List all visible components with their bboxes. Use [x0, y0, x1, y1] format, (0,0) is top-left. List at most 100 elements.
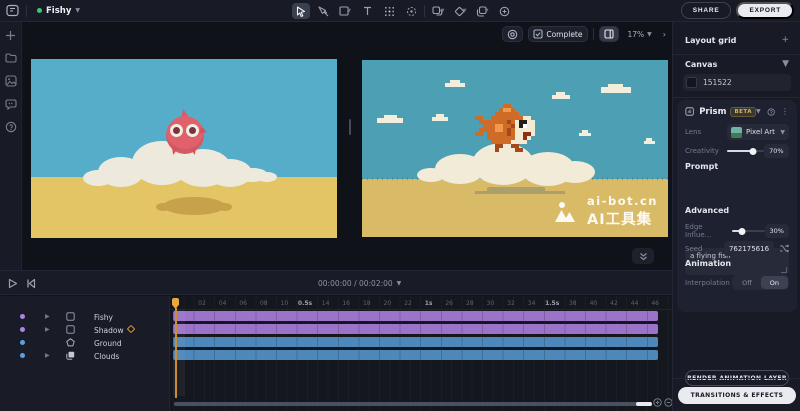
track-name: Clouds: [94, 352, 119, 361]
lens-row: Lens Pixel Art ▼: [685, 124, 789, 140]
timeline-zoom-in-button[interactable]: [652, 397, 663, 408]
app-logo[interactable]: [5, 3, 20, 18]
zoom-dropdown[interactable]: 17% ▼: [624, 26, 656, 42]
select-tool-button[interactable]: [292, 3, 310, 19]
fish-character-pixel[interactable]: [475, 104, 543, 152]
timeline-clip-clouds[interactable]: [173, 350, 658, 360]
lens-label: Lens: [685, 128, 701, 136]
fish-character-flat[interactable]: [163, 109, 207, 155]
animation-label: Animation: [685, 259, 731, 268]
expand-chevron-icon[interactable]: ▶: [45, 313, 50, 320]
timeline-clip-ground[interactable]: [173, 337, 658, 347]
comments-icon[interactable]: [4, 97, 18, 111]
play-button[interactable]: [6, 277, 20, 290]
seed-input[interactable]: 762175616: [724, 241, 774, 256]
chevron-down-icon: ▼: [647, 31, 652, 38]
assets-folder-icon[interactable]: [4, 51, 18, 65]
transitions-effects-button[interactable]: TRANSITIONS & EFFECTS: [678, 387, 797, 404]
rotate-tool-button[interactable]: [402, 3, 420, 19]
track-type-icon: [66, 351, 75, 360]
scrollbar-thumb[interactable]: [636, 402, 652, 406]
panel-toggle-button[interactable]: [599, 26, 619, 42]
artboard-source-frame[interactable]: [31, 59, 337, 238]
lens-thumbnail: [731, 127, 742, 138]
edge-influence-value[interactable]: 30%: [765, 224, 789, 238]
timeline-scrollbar[interactable]: [174, 402, 652, 406]
help-icon[interactable]: [4, 120, 18, 134]
text-tool-button[interactable]: [358, 3, 376, 19]
comment-tool-button[interactable]: [495, 3, 513, 19]
add-icon[interactable]: [4, 28, 18, 42]
edge-influence-slider[interactable]: [732, 230, 764, 232]
track-color-dot: [20, 340, 25, 345]
track-row-ground[interactable]: Ground: [0, 336, 170, 349]
layout-grid-section[interactable]: Layout grid +: [685, 35, 789, 45]
export-button[interactable]: EXPORT: [736, 2, 794, 19]
ruler-tick-label: 18: [363, 300, 371, 307]
collapse-sidebar-button[interactable]: ›: [661, 26, 668, 42]
artboard-prism-render[interactable]: ai-bot.cn AI工具集: [362, 60, 668, 237]
chevron-down-icon[interactable]: ▼: [782, 59, 789, 69]
share-button[interactable]: SHARE: [681, 2, 732, 19]
frame-tool-button[interactable]: ▼: [336, 3, 354, 19]
keyframe-diamond-icon[interactable]: [127, 325, 135, 333]
advanced-label: Advanced: [685, 206, 729, 215]
canvas-color-field[interactable]: 151522: [683, 74, 791, 91]
shuffle-seed-icon[interactable]: [779, 244, 789, 253]
chevron-down-icon: ▼: [441, 8, 445, 14]
layers-tool-button[interactable]: ▼: [473, 3, 491, 19]
advanced-header: Advanced: [685, 206, 789, 215]
timeline-clip-fishy[interactable]: [173, 311, 658, 321]
slider-knob[interactable]: [739, 228, 746, 235]
media-library-icon[interactable]: [4, 74, 18, 88]
app-window: Fishy ▼ ▼: [0, 0, 800, 411]
expand-chevron-icon[interactable]: ▶: [45, 352, 50, 359]
canvas-section-header[interactable]: Canvas ▼: [685, 59, 789, 69]
add-layout-grid-icon[interactable]: +: [781, 35, 789, 45]
creativity-value[interactable]: 70%: [764, 144, 789, 158]
collapse-canvas-button[interactable]: [632, 248, 654, 264]
expand-chevron-icon[interactable]: ▶: [45, 326, 50, 333]
prompt-header: Prompt: [685, 162, 789, 171]
effects-tool-button[interactable]: ▼: [451, 3, 469, 19]
track-row-shadow[interactable]: ▶Shadow: [0, 323, 170, 336]
divider: [26, 5, 27, 17]
ruler-tick-label: 06: [239, 300, 247, 307]
ruler-tick-label: 04: [219, 300, 227, 307]
track-row-clouds[interactable]: ▶ Clouds: [0, 349, 170, 362]
ruler-tick-label: 40: [590, 300, 598, 307]
fish-bottom-fin: [170, 147, 178, 155]
track-row-fishy[interactable]: ▶Fishy: [0, 310, 170, 323]
ruler-tick-label: 46: [651, 300, 659, 307]
small-cloud: [644, 141, 655, 144]
timeline-lanes[interactable]: 02040608100.5s14161820221s26283032341.5s…: [170, 296, 672, 411]
seed-label: Seed: [685, 245, 703, 253]
interpolation-off-option[interactable]: Off: [733, 276, 761, 289]
lens-dropdown[interactable]: Pixel Art ▼: [727, 124, 789, 140]
left-rail: [0, 22, 22, 270]
canvas-viewport[interactable]: Complete 17% ▼ ›: [22, 22, 672, 270]
artboard-resize-handle[interactable]: [349, 119, 351, 135]
canvas-color-swatch[interactable]: [686, 77, 697, 88]
timeline-clip-shadow[interactable]: [173, 324, 658, 334]
divider: [593, 28, 594, 40]
timeline-ruler[interactable]: 02040608100.5s14161820221s26283032341.5s…: [170, 296, 672, 310]
chevron-down-icon[interactable]: ▼: [756, 108, 761, 115]
track-color-dot: [20, 314, 25, 319]
skip-to-start-button[interactable]: [24, 277, 38, 290]
transform-tool-button[interactable]: [380, 3, 398, 19]
timecode-dropdown[interactable]: 00:00:00 / 00:02:00 ▼: [318, 279, 401, 288]
snapshot-button[interactable]: [502, 26, 523, 42]
project-menu[interactable]: Fishy ▼: [33, 4, 84, 18]
kebab-menu-icon[interactable]: ⋮: [781, 107, 789, 116]
complete-button[interactable]: Complete: [528, 26, 587, 42]
shape-tool-button[interactable]: ▼: [429, 3, 447, 19]
prism-header[interactable]: Prism BETA ▼ ⋮: [685, 106, 789, 117]
node-edit-tool-button[interactable]: [314, 3, 332, 19]
slider-knob[interactable]: [749, 148, 756, 155]
edge-influence-label: Edge Influe...: [685, 223, 728, 239]
beta-badge: BETA: [730, 107, 756, 117]
creativity-slider[interactable]: [727, 150, 764, 152]
interpolation-on-option[interactable]: On: [761, 276, 788, 289]
help-icon[interactable]: [767, 107, 775, 117]
